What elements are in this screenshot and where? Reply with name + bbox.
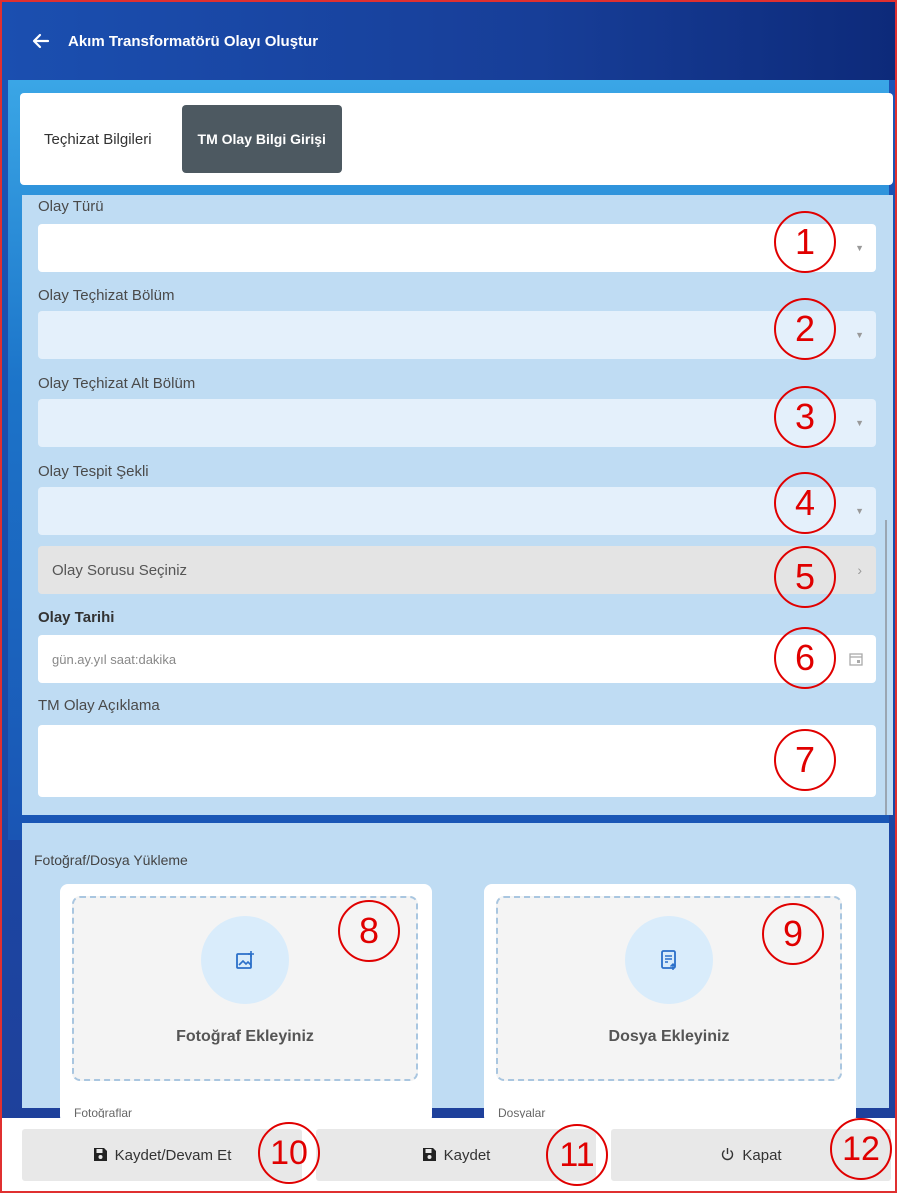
olay-techizat-alt-bolum-select[interactable]: ▼: [38, 399, 876, 447]
save-label: Kaydet: [443, 1146, 491, 1164]
tm-olay-aciklama-textarea[interactable]: [38, 725, 876, 797]
callout-11: 11: [546, 1124, 608, 1186]
callout-12: 12: [830, 1118, 892, 1180]
callout-5: 5: [774, 546, 836, 608]
olay-tarihi-input[interactable]: gün.ay.yıl saat:dakika: [38, 635, 876, 683]
scrollbar[interactable]: [885, 520, 887, 815]
olay-tarihi-placeholder: gün.ay.yıl saat:dakika: [52, 651, 177, 667]
olay-tespit-sekli-select[interactable]: ▼: [38, 487, 876, 535]
page-title: Akım Transformatörü Olayı Oluştur: [68, 32, 319, 50]
callout-6: 6: [774, 627, 836, 689]
callout-8: 8: [338, 900, 400, 962]
callout-1: 1: [774, 211, 836, 273]
upload-section-title: Fotoğraf/Dosya Yükleme: [34, 852, 188, 868]
callout-4: 4: [774, 472, 836, 534]
save-icon: [422, 1147, 438, 1163]
olay-tarihi-label: Olay Tarihi: [38, 609, 115, 626]
dropdown-arrow-icon: ▼: [855, 243, 864, 253]
callout-3: 3: [774, 386, 836, 448]
dropdown-arrow-icon: ▼: [855, 418, 864, 428]
chevron-right-icon: ›: [857, 562, 862, 578]
back-arrow-icon[interactable]: [32, 30, 54, 52]
close-label: Kapat: [742, 1146, 782, 1164]
add-file-icon: [625, 916, 713, 1004]
save-icon: [93, 1147, 109, 1163]
callout-9: 9: [762, 903, 824, 965]
olay-techizat-bolum-select[interactable]: ▼: [38, 311, 876, 359]
header-bar: Akım Transformatörü Olayı Oluştur: [2, 2, 895, 80]
file-upload-label: Dosya Ekleyiniz: [608, 1028, 730, 1045]
tab-tm-olay-bilgi-girisi[interactable]: TM Olay Bilgi Girişi: [181, 105, 342, 173]
callout-7: 7: [774, 729, 836, 791]
olay-turu-label: Olay Türü: [38, 198, 104, 215]
callout-2: 2: [774, 298, 836, 360]
dropdown-arrow-icon: ▼: [855, 506, 864, 516]
save-continue-label: Kaydet/Devam Et: [114, 1146, 232, 1164]
add-photo-icon: [201, 916, 289, 1004]
olay-sorusu-placeholder: Olay Sorusu Seçiniz: [52, 561, 188, 579]
callout-10: 10: [258, 1122, 320, 1184]
olay-sorusu-selector[interactable]: Olay Sorusu Seçiniz ›: [38, 546, 876, 594]
power-icon: [720, 1147, 736, 1163]
tm-olay-aciklama-label: TM Olay Açıklama: [38, 697, 160, 714]
olay-tespit-sekli-label: Olay Tespit Şekli: [38, 463, 149, 480]
olay-turu-select[interactable]: ▼: [38, 224, 876, 272]
tab-bar: Teçhizat Bilgileri TM Olay Bilgi Girişi: [20, 93, 893, 185]
photo-upload-label: Fotoğraf Ekleyiniz: [176, 1028, 314, 1045]
calendar-icon[interactable]: [848, 651, 864, 667]
tab-techizat-bilgileri[interactable]: Teçhizat Bilgileri: [44, 131, 170, 148]
olay-techizat-bolum-label: Olay Teçhizat Bölüm: [38, 287, 175, 304]
olay-techizat-alt-bolum-label: Olay Teçhizat Alt Bölüm: [38, 375, 196, 392]
dropdown-arrow-icon: ▼: [855, 330, 864, 340]
